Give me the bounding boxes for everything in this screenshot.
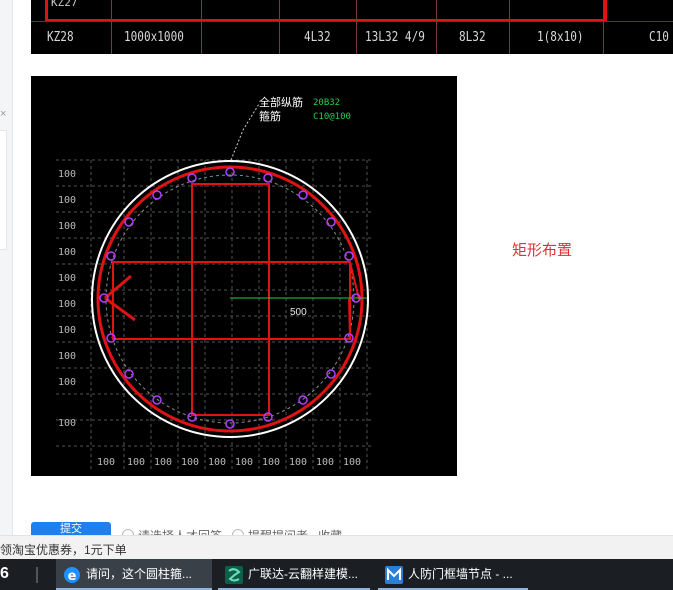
stirrup-value: C10@100 [313, 112, 351, 122]
start-button-fragment-icon[interactable]: 6 [0, 565, 14, 585]
left-tick-label: 100 [58, 221, 76, 232]
taskbar-item-label: 广联达-云翻样建模... [248, 567, 358, 581]
table-row: KZ28 1000x1000 4L32 13L32 4/9 8L32 1(8x1… [31, 21, 673, 54]
table-cell-side-bars: 13L32 4/9 [365, 30, 425, 45]
left-sidebar-strip: × [0, 0, 13, 535]
table-cell-stirrup: C10 [649, 30, 669, 45]
red-highlight-box [45, 0, 607, 22]
submit-button-label: 提交 [60, 523, 82, 535]
ie-browser-icon: e [64, 567, 80, 584]
bottom-tick-label: 100 [181, 457, 199, 468]
left-tick-label: 100 [58, 299, 76, 310]
taskbar-item-browser[interactable]: e 请问，这个圆柱箍... [56, 559, 212, 590]
circular-column-section: 100 100 100 100 100 100 100 100 100 100 … [56, 95, 371, 471]
layout-caption: 矩形布置 [512, 242, 573, 259]
taskbar-item-glodon[interactable]: 广联达-云翻样建模... [218, 559, 370, 590]
left-tick-label: 100 [58, 195, 76, 206]
taskbar-item-document[interactable]: 人防门框墙节点 - ... [378, 559, 528, 590]
bottom-tick-label: 100 [262, 457, 280, 468]
taskbar-item-label: 人防门框墙节点 - ... [408, 567, 513, 581]
table-cell-stirrup-type: 1(8x10) [537, 30, 584, 45]
submit-button[interactable]: 提交 [31, 522, 111, 536]
cad-drawing-image: 100 100 100 100 100 100 100 100 100 100 … [31, 76, 457, 476]
left-tick-label: 100 [58, 247, 76, 258]
taskbar-separator [36, 567, 38, 583]
all-bars-label: 全部纵筋 [259, 95, 303, 109]
column-table-image: KZ27 KZ28 1000x1000 4L32 13L32 4/9 8L32 … [31, 0, 673, 54]
left-tick-label: 100 [58, 273, 76, 284]
table-cell-h-bars: 8L32 [459, 30, 486, 45]
promo-text[interactable]: 领淘宝优惠券，1元下单 [0, 541, 127, 558]
leader-line [230, 103, 260, 161]
bottom-tick-label: 100 [97, 457, 115, 468]
glodon-app-icon [225, 566, 243, 584]
table-cell-code: KZ28 [47, 30, 74, 45]
bottom-tick-label: 100 [343, 457, 361, 468]
stirrup-hook-icon [104, 274, 136, 322]
left-tick-label: 100 [58, 418, 76, 429]
table-cell-corner-bars: 4L32 [304, 30, 331, 45]
bottom-tick-label: 100 [235, 457, 253, 468]
table-cell-size: 1000x1000 [124, 30, 184, 45]
rectangular-ties [112, 183, 360, 416]
all-bars-value: 20B32 [313, 98, 340, 108]
left-tick-label: 100 [58, 377, 76, 388]
left-tick-label: 100 [58, 325, 76, 336]
bottom-dimension-ticks: 100 100 100 100 100 100 100 100 100 100 [97, 457, 361, 468]
promo-bar: 领淘宝优惠券，1元下单 [0, 535, 673, 560]
taskbar-item-label: 请问，这个圆柱箍... [86, 567, 193, 581]
left-tick-label: 100 [58, 351, 76, 362]
left-tick-label: 100 [58, 169, 76, 180]
dimension-label: 500 [290, 307, 307, 318]
concrete-outline-circle [91, 160, 369, 438]
svg-text:e: e [68, 569, 77, 584]
document-app-icon [385, 566, 403, 584]
bottom-tick-label: 100 [127, 457, 145, 468]
stirrup-circle [96, 165, 364, 433]
bottom-tick-label: 100 [289, 457, 307, 468]
sidebar-panel [0, 130, 7, 250]
bottom-tick-label: 100 [208, 457, 226, 468]
bottom-tick-label: 100 [154, 457, 172, 468]
left-dimension-ticks: 100 100 100 100 100 100 100 100 100 100 [58, 169, 76, 429]
bottom-tick-label: 100 [316, 457, 334, 468]
windows-taskbar: 6 e 请问，这个圆柱箍... 广联达-云翻样建模... 人防门框墙节点 - .… [0, 559, 673, 590]
sidebar-close-icon[interactable]: × [0, 108, 6, 120]
stirrup-label: 箍筋 [259, 109, 281, 123]
